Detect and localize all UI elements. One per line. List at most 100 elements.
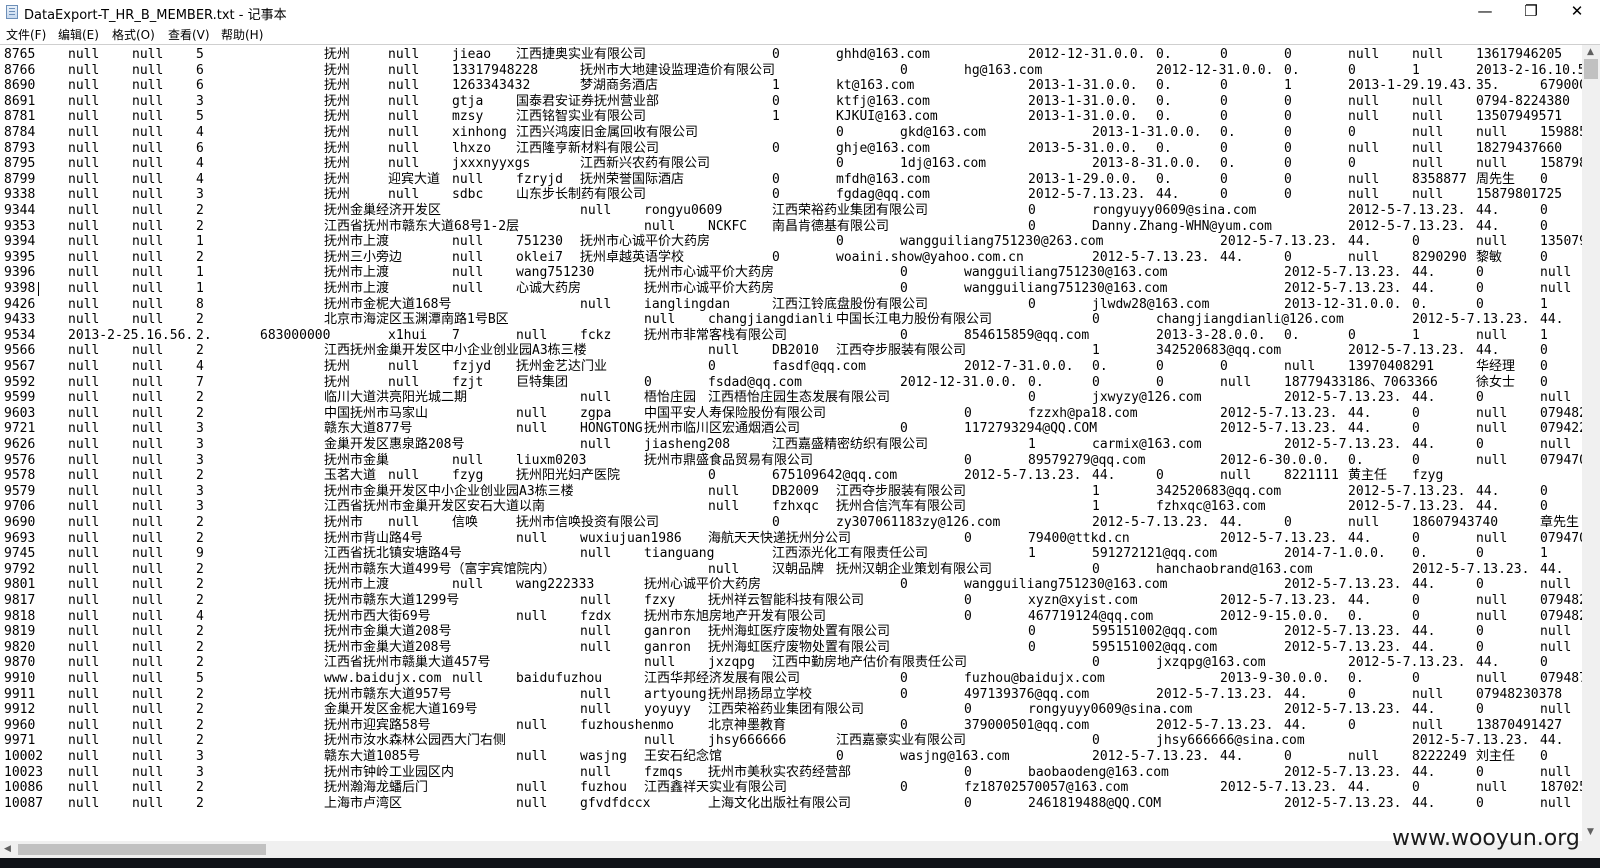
maximize-button[interactable]: ❐ (1508, 0, 1554, 24)
text-field: 梧怡庄园 (644, 390, 697, 406)
text-field: jhsy666666 (708, 733, 787, 749)
menu-view[interactable]: 查看(V) (168, 26, 210, 43)
text-field: null (132, 78, 164, 94)
text-field: 抚州瀚海龙蟠后门 (324, 780, 429, 796)
text-line: 10087 null null 2 上海市卢湾区 null gfvdfdccx 上海文化出版社… (4, 796, 1582, 812)
text-field: 2013-8-31.0.0. (1092, 156, 1202, 172)
text-editor-area[interactable]: 8765 null null 5 抚州 null jieao 江西捷奥实业有限公司 0 ghhd@… (0, 45, 1582, 841)
text-field: 1 (1092, 483, 1100, 499)
menu-help[interactable]: 帮助(H) (221, 26, 263, 43)
text-field: null (1540, 281, 1572, 296)
text-field: 0 (772, 249, 780, 265)
text-field: null (68, 530, 100, 546)
text-field: 0 (1412, 780, 1420, 796)
text-field: 0 (900, 671, 908, 686)
text-field: 黎敏 (1476, 249, 1503, 265)
text-field: null (68, 140, 100, 156)
text-field: 0 (1540, 203, 1548, 218)
close-button[interactable]: ✕ (1554, 0, 1600, 24)
text-field: wasjng (580, 749, 627, 764)
text-line: 9818 null null 4 抚州市西大街69号 null fzdx 抚州市东旭房地产开发… (4, 609, 1582, 625)
text-field: 0 (1540, 374, 1548, 390)
text-field: 0 (1028, 390, 1036, 406)
horizontal-scroll-thumb[interactable] (18, 844, 266, 855)
text-field: KJKUI@163.com (836, 109, 938, 125)
text-field: 抚州 (324, 171, 351, 187)
text-field: hanchaobrand@163.com (1156, 561, 1313, 577)
text-field: 0 (1284, 187, 1292, 203)
text-field: 0 (1540, 749, 1548, 764)
text-field: null (516, 608, 548, 624)
text-field: null (1476, 780, 1508, 796)
text-field: null (132, 499, 164, 515)
text-field: 抚州心诚平价大药房 (644, 577, 762, 593)
text-field: 44. (1412, 639, 1436, 655)
text-field: 8795 (4, 156, 36, 172)
text-field: null (68, 265, 100, 281)
text-field: null (388, 62, 420, 78)
text-field: null (132, 156, 164, 172)
text-line: 9911 null null 2 抚州市赣东大道957号 null artyoung 抚州昂扬… (4, 687, 1582, 703)
text-field: 海航天天快递抚州分公司 (708, 530, 852, 546)
menu-file[interactable]: 文件(F) (6, 26, 46, 43)
text-field: 44. (1412, 281, 1436, 296)
text-field: 497139376@qq.com (964, 686, 1090, 702)
text-field: 抚州市上渡 (324, 281, 390, 296)
text-field: null (132, 795, 164, 811)
text-field: 44. (1220, 249, 1244, 265)
scroll-down-arrow-icon[interactable]: ▼ (1587, 827, 1594, 837)
text-field: fz18702570057@163.com (964, 780, 1129, 796)
text-field: 抚州市西大街69号 (324, 608, 431, 624)
text-field: 9353 (4, 218, 36, 234)
text-field: 0 (964, 593, 972, 608)
text-field: 抚州市金巢大道208号 (324, 624, 452, 640)
text-field: 9820 (4, 639, 36, 655)
scroll-up-arrow-icon[interactable]: ▲ (1587, 47, 1594, 57)
text-field: 0 (836, 125, 844, 140)
text-field: null (68, 343, 100, 359)
scrollbar-corner (1582, 841, 1600, 858)
text-field: 2013-1-31.0.0. (1092, 125, 1202, 140)
text-field: 0 (1220, 187, 1228, 203)
text-field: 0. (1348, 671, 1364, 686)
minimize-button[interactable]: — (1462, 0, 1508, 24)
text-field: 徐女士 (1476, 374, 1516, 390)
text-field: 抚州合信汽车有限公司 (836, 499, 967, 515)
text-field: null (1540, 702, 1572, 718)
text-field: 梦湖商务酒店 (580, 78, 659, 94)
text-field: null (1476, 234, 1508, 250)
text-field: 江西添光化工有限责任公司 (772, 546, 929, 562)
text-field: 4 (196, 125, 204, 140)
text-field: null (132, 593, 164, 608)
text-field: 10002 (4, 749, 44, 764)
text-line: 9960 null null 2 抚州市迎宾路58号 null fuzhoushenmo 北京… (4, 718, 1582, 734)
menu-format[interactable]: 格式(O) (112, 26, 155, 43)
text-field: null (708, 343, 740, 359)
text-field: 9912 (4, 702, 36, 718)
text-field: 0 (1540, 483, 1548, 499)
text-field: kt@163.com (836, 78, 915, 94)
vertical-scrollbar[interactable]: ▲ ▼ (1582, 45, 1600, 841)
text-field: 山东步长制药有限公司 (516, 187, 647, 203)
text-field: 0 (1284, 171, 1292, 187)
vertical-scroll-thumb[interactable] (1584, 59, 1598, 79)
text-field: 1 (1092, 499, 1100, 515)
text-field: fckz (580, 327, 612, 343)
text-field: 15988575870 (1540, 125, 1582, 140)
horizontal-scrollbar[interactable]: ◀ (0, 841, 1582, 858)
text-field: 675109642@qq.com (772, 468, 898, 484)
text-line: 9721 null null 3 赣东大道877号 null HONGTONG 抚州市临川区宏… (4, 421, 1582, 437)
text-field: null (132, 764, 164, 780)
text-field: 07947043899 (1540, 530, 1582, 546)
text-field: 巨特集团 (516, 374, 569, 390)
text-field: 0 (708, 359, 716, 374)
text-field: 44. (1476, 203, 1500, 218)
text-field: 抚州 (324, 62, 351, 78)
text-field: 北京神墨教育 (708, 717, 787, 733)
text-field: 379000501@qq.com (964, 717, 1090, 733)
text-field: 0 (964, 795, 972, 811)
menu-edit[interactable]: 编辑(E) (58, 26, 99, 43)
text-field: 3 (196, 483, 204, 499)
scroll-left-arrow-icon[interactable]: ◀ (4, 844, 11, 854)
text-line: 9819 null null 2 抚州市金巢大道208号 null ganron 抚州海虹医疗… (4, 624, 1582, 640)
